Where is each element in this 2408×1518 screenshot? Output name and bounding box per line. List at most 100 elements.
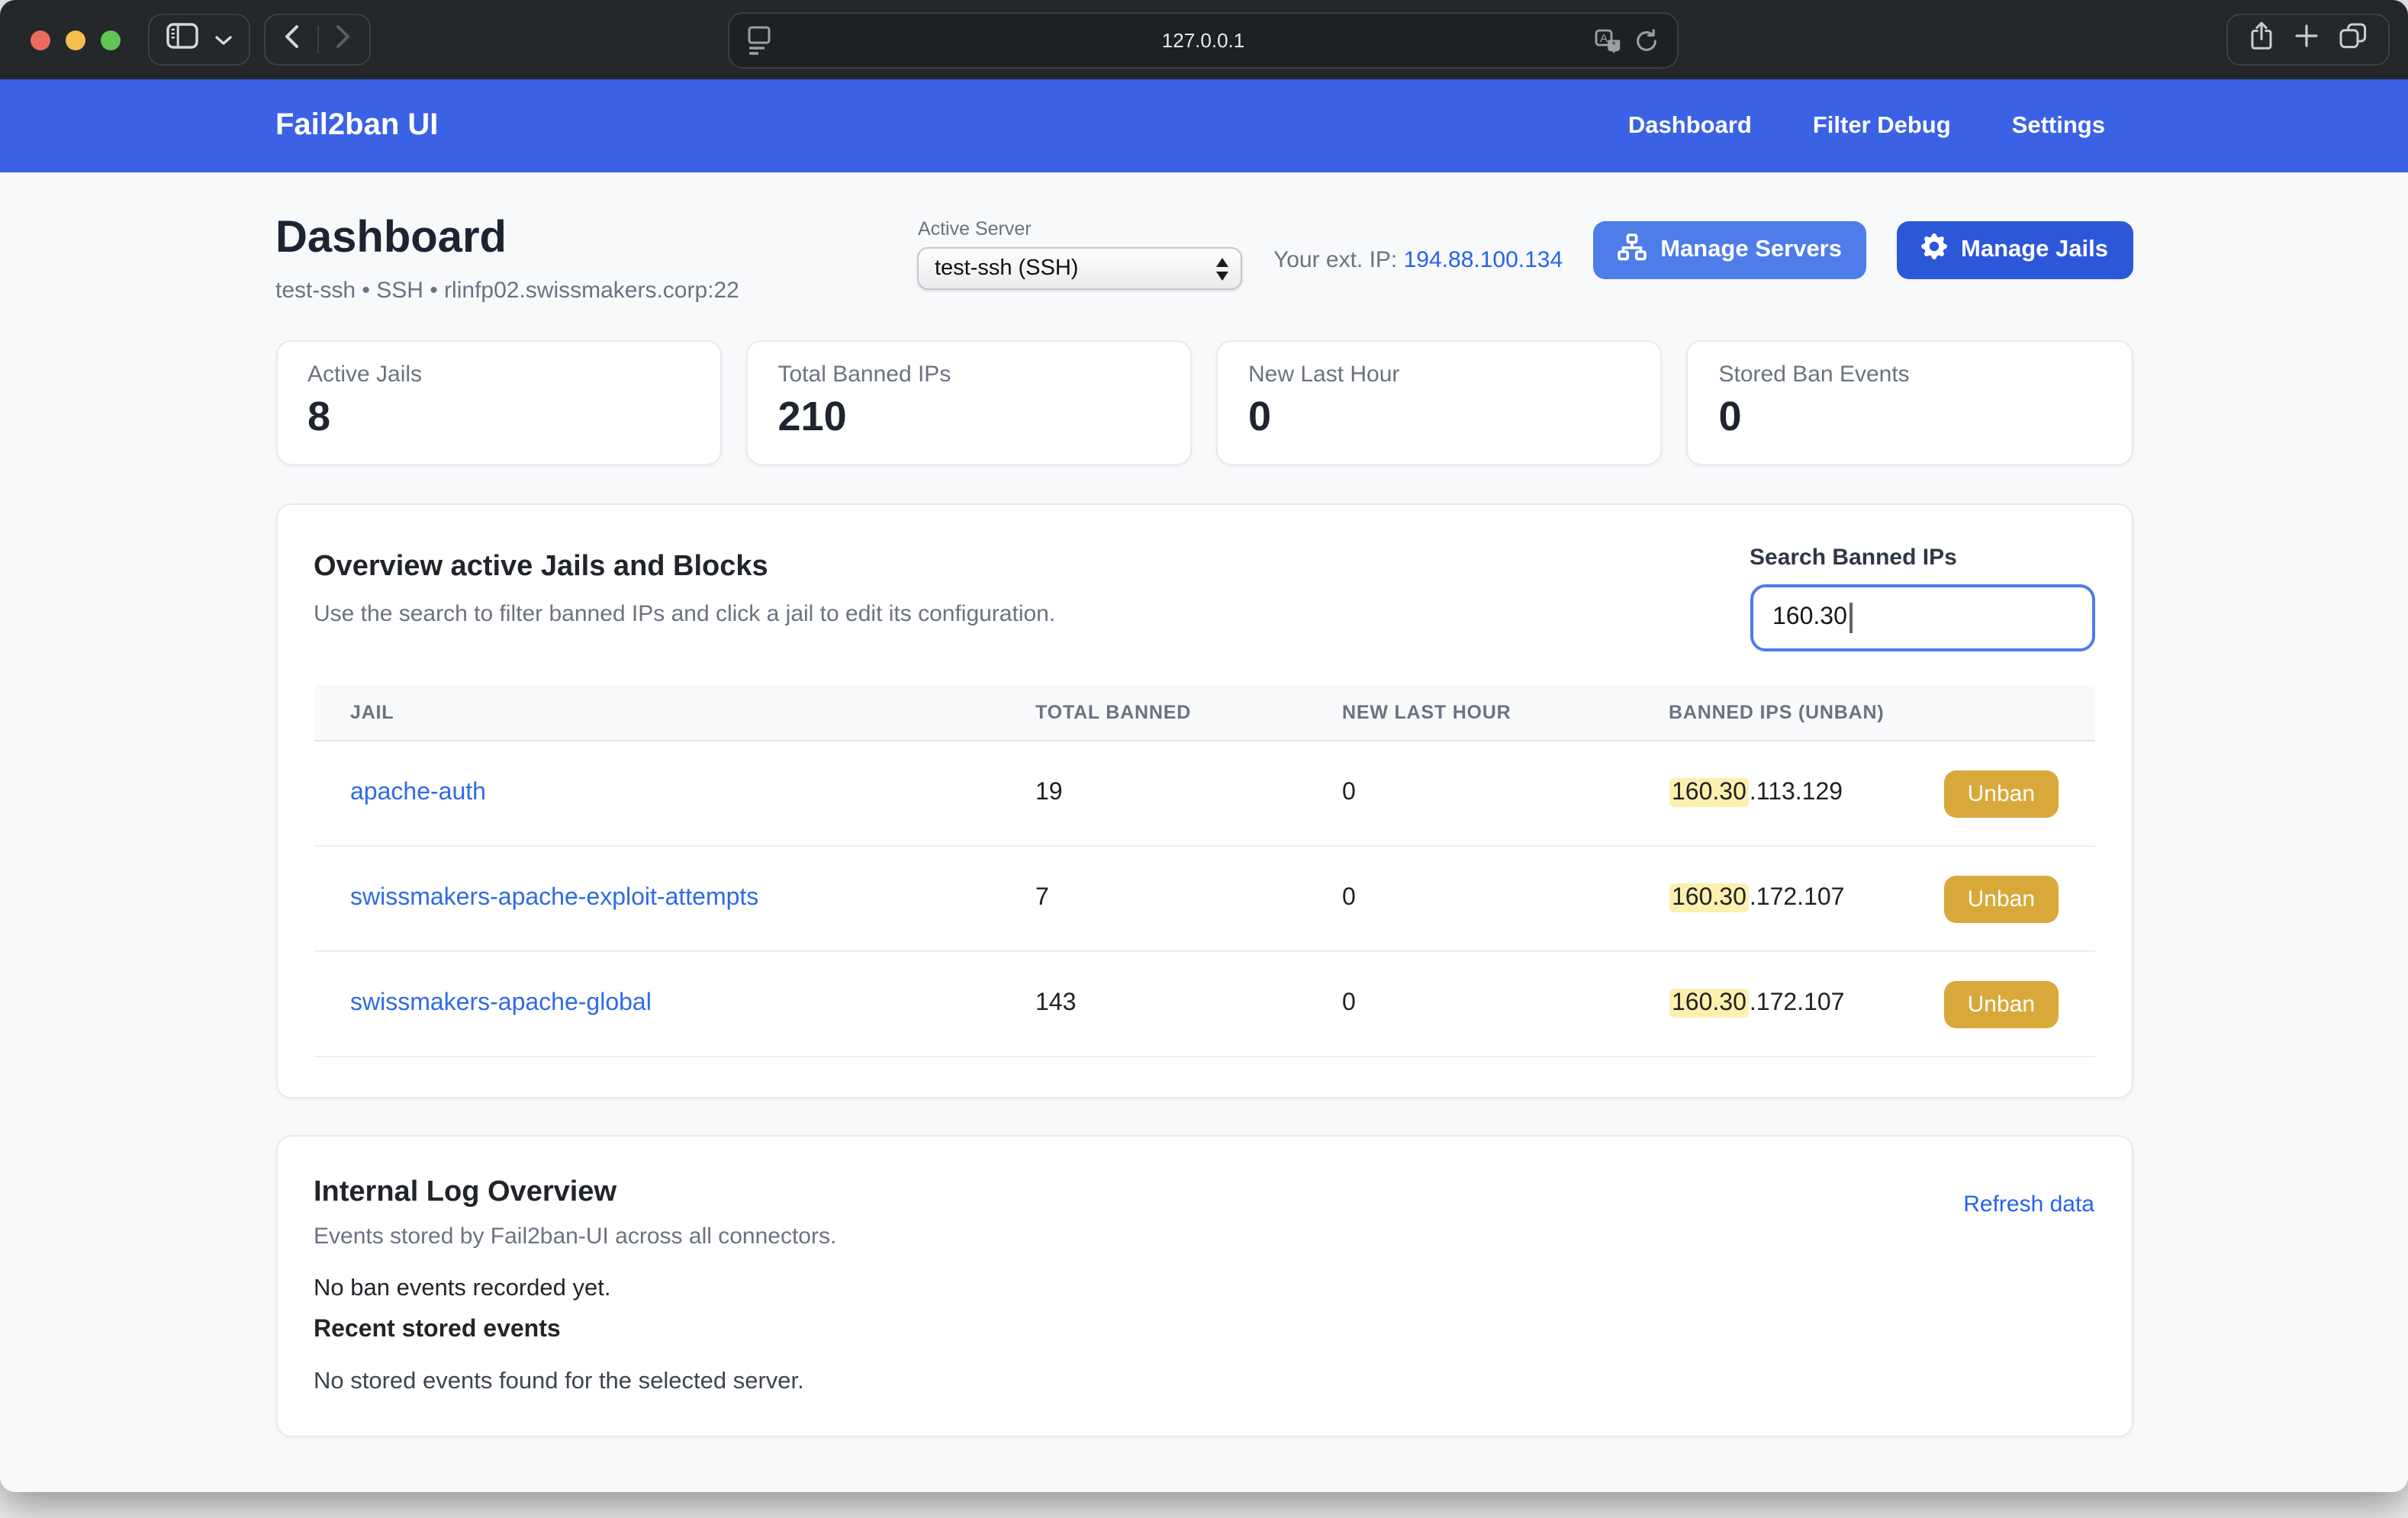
main-content: Dashboard test-ssh • SSH • rlinfp02.swis… — [275, 214, 2133, 1438]
app-navbar: Fail2ban UI Dashboard Filter Debug Setti… — [0, 79, 2408, 172]
divider — [317, 26, 318, 53]
active-server-select[interactable]: test-ssh (SSH) — [918, 247, 1243, 290]
browser-chrome: 127.0.0.1 A* — [0, 0, 2408, 79]
refresh-data-link[interactable]: Refresh data — [1963, 1192, 2094, 1397]
ip-rest: .172.107 — [1750, 886, 1845, 912]
table-header-row: JAIL TOTAL BANNED NEW LAST HOUR BANNED I… — [314, 686, 2094, 742]
column-header-new-last-hour: NEW LAST HOUR — [1305, 703, 1632, 724]
zoom-window-button[interactable] — [101, 31, 121, 50]
stat-cards: Active Jails 8 Total Banned IPs 210 New … — [275, 340, 2133, 466]
internal-log-card: Internal Log Overview Events stored by F… — [275, 1136, 2133, 1438]
overview-title: Overview active Jails and Blocks — [314, 552, 1055, 585]
banned-ip: 160.30.172.107 — [1669, 886, 1844, 913]
banned-ip-cell: 160.30.172.107 Unban — [1632, 981, 2094, 1028]
jail-link[interactable]: apache-auth — [350, 780, 486, 806]
table-row: swissmakers-apache-exploit-attempts 7 0 … — [314, 847, 2094, 953]
forward-button[interactable] — [336, 24, 352, 56]
total-banned-cell: 143 — [999, 991, 1305, 1018]
browser-window: 127.0.0.1 A* — [0, 0, 2408, 1492]
stat-value: 8 — [307, 392, 690, 442]
unban-button[interactable]: Unban — [1945, 981, 2058, 1028]
banned-ip: 160.30.172.107 — [1669, 991, 1844, 1018]
unban-button[interactable]: Unban — [1945, 770, 2058, 818]
address-bar[interactable]: 127.0.0.1 A* — [728, 12, 1679, 69]
svg-text:*: * — [1612, 39, 1616, 50]
sidebar-toggle-button[interactable] — [148, 14, 250, 66]
external-ip-value[interactable]: 194.88.100.134 — [1404, 247, 1563, 273]
sidebar-icon — [166, 23, 198, 56]
history-nav-buttons — [264, 14, 371, 66]
ip-highlight: 160.30 — [1669, 989, 1750, 1018]
translate-icon[interactable]: A* — [1595, 29, 1622, 61]
log-subtitle: Events stored by Fail2ban-UI across all … — [314, 1224, 836, 1250]
select-stepper-icon — [1217, 257, 1229, 280]
jails-table: JAIL TOTAL BANNED NEW LAST HOUR BANNED I… — [314, 686, 2094, 1058]
search-banned-ips-input[interactable]: 160.30 — [1750, 585, 2094, 652]
no-stored-events-text: No stored events found for the selected … — [314, 1369, 836, 1397]
column-header-jail: JAIL — [314, 703, 999, 724]
nav-link-filter-debug[interactable]: Filter Debug — [1813, 112, 1951, 140]
ip-highlight: 160.30 — [1669, 779, 1750, 808]
close-window-button[interactable] — [31, 31, 50, 50]
stat-label: Total Banned IPs — [778, 362, 1161, 388]
column-header-total-banned: TOTAL BANNED — [999, 703, 1305, 724]
total-banned-cell: 19 — [999, 780, 1305, 808]
log-title: Internal Log Overview — [314, 1177, 836, 1211]
tabs-overview-icon[interactable] — [2339, 23, 2367, 56]
stat-card-total-banned: Total Banned IPs 210 — [746, 340, 1193, 466]
overview-subtitle: Use the search to filter banned IPs and … — [314, 602, 1055, 628]
manage-jails-label: Manage Jails — [1961, 236, 2108, 264]
page-title: Dashboard — [275, 214, 739, 264]
new-last-hour-cell: 0 — [1305, 991, 1632, 1018]
reload-icon[interactable] — [1634, 29, 1659, 61]
active-server-label: Active Server — [918, 218, 1243, 240]
search-block: Search Banned IPs 160.30 — [1750, 542, 2094, 652]
stat-label: Active Jails — [307, 362, 690, 388]
stat-label: Stored Ban Events — [1719, 362, 2101, 388]
no-ban-events-text: No ban events recorded yet. — [314, 1276, 836, 1304]
nav-link-settings[interactable]: Settings — [2012, 112, 2105, 140]
banned-ip-cell: 160.30.113.129 Unban — [1632, 770, 2094, 818]
table-row: apache-auth 19 0 160.30.113.129 Unban — [314, 742, 2094, 847]
new-tab-icon[interactable] — [2295, 24, 2318, 55]
back-button[interactable] — [284, 24, 299, 56]
manage-jails-button[interactable]: Manage Jails — [1897, 221, 2133, 279]
jail-link[interactable]: swissmakers-apache-exploit-attempts — [350, 886, 758, 912]
new-last-hour-cell: 0 — [1305, 886, 1632, 913]
manage-servers-button[interactable]: Manage Servers — [1593, 221, 1866, 279]
share-icon[interactable] — [2249, 21, 2274, 58]
new-last-hour-cell: 0 — [1305, 780, 1632, 808]
column-header-banned-ips: BANNED IPS (UNBAN) — [1632, 703, 2094, 724]
banned-ip-cell: 160.30.172.107 Unban — [1632, 876, 2094, 923]
stat-value: 210 — [778, 392, 1161, 442]
chevron-down-icon — [215, 26, 232, 53]
total-banned-cell: 7 — [999, 886, 1305, 913]
ip-rest: .172.107 — [1750, 991, 1845, 1017]
url-text: 127.0.0.1 — [729, 14, 1677, 67]
text-caret — [1850, 603, 1853, 634]
desktop: 127.0.0.1 A* — [0, 0, 2408, 1518]
stat-value: 0 — [1248, 392, 1631, 442]
nav-links: Dashboard Filter Debug Settings — [1628, 112, 2133, 140]
overview-card: Overview active Jails and Blocks Use the… — [275, 504, 2133, 1099]
stat-value: 0 — [1719, 392, 2101, 442]
active-server-block: Active Server test-ssh (SSH) — [918, 218, 1243, 290]
recent-stored-events-title: Recent stored events — [314, 1317, 836, 1345]
banned-ip: 160.30.113.129 — [1669, 780, 1843, 808]
window-controls — [31, 31, 121, 50]
brand-logo[interactable]: Fail2ban UI — [275, 108, 438, 143]
jail-link[interactable]: swissmakers-apache-global — [350, 991, 652, 1017]
nav-link-dashboard[interactable]: Dashboard — [1628, 112, 1752, 140]
toolbar-right-buttons — [2226, 14, 2390, 66]
page-header: Dashboard test-ssh • SSH • rlinfp02.swis… — [275, 214, 2133, 304]
external-ip: Your ext. IP: 194.88.100.134 — [1273, 247, 1563, 273]
search-input-value: 160.30 — [1772, 605, 1847, 632]
external-ip-label: Your ext. IP: — [1273, 247, 1397, 273]
sitemap-icon — [1618, 233, 1647, 268]
stat-card-new-last-hour: New Last Hour 0 — [1216, 340, 1663, 466]
search-banned-ips-label: Search Banned IPs — [1750, 545, 2094, 571]
stat-card-active-jails: Active Jails 8 — [275, 340, 722, 466]
ip-highlight: 160.30 — [1669, 884, 1750, 913]
minimize-window-button[interactable] — [66, 31, 85, 50]
unban-button[interactable]: Unban — [1945, 876, 2058, 923]
